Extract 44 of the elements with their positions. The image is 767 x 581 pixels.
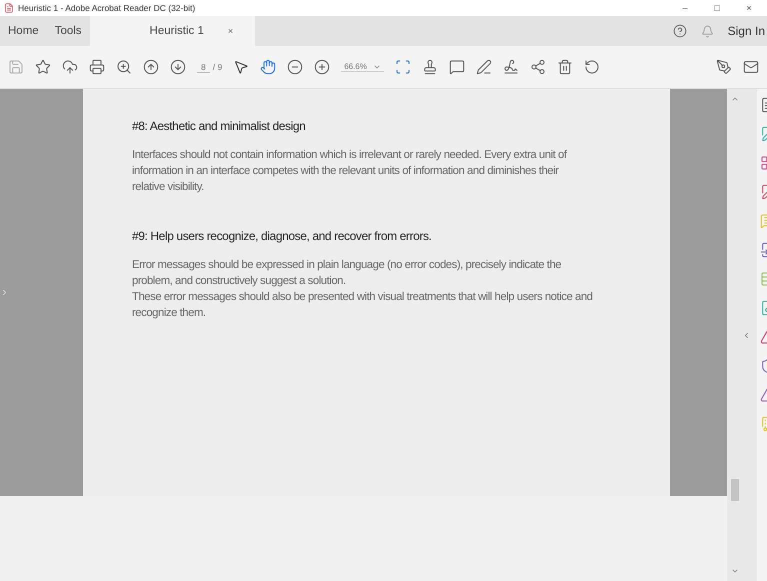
- print-icon[interactable]: [89, 59, 105, 75]
- tab[interactable]: Home: [0, 16, 47, 46]
- share-icon[interactable]: [530, 59, 546, 75]
- close-tab-button[interactable]: ×: [228, 26, 234, 36]
- collapse-icon[interactable]: [742, 330, 751, 340]
- tab[interactable]: Tools: [46, 16, 90, 46]
- zoom-in-icon[interactable]: [314, 59, 330, 75]
- page-count: / 9: [212, 62, 222, 72]
- rotate-icon[interactable]: [584, 59, 600, 75]
- window-control[interactable]: ×: [735, 3, 763, 13]
- paragraph: Interfaces should not contain information which is irrelevant or rarely needed. Every extra unit of information in an interface competes with the relevant units of information and diminishes their relative visibility.: [132, 148, 568, 195]
- scrollbar-thumb[interactable]: [730, 479, 738, 501]
- sign-icon[interactable]: [502, 59, 519, 75]
- zoom-icon[interactable]: [116, 59, 132, 75]
- star-icon[interactable]: [35, 59, 51, 75]
- pen-tool-icon[interactable]: [716, 59, 732, 75]
- window-control[interactable]: □: [703, 3, 731, 13]
- window-control[interactable]: –: [671, 3, 699, 13]
- previous-page-icon[interactable]: [143, 59, 159, 75]
- mail-icon[interactable]: [743, 59, 759, 75]
- fit-page-icon[interactable]: [394, 59, 411, 75]
- zoom-out-icon[interactable]: [287, 59, 304, 75]
- paragraph: These error messages should also be presented with visual treatments that will help users notice and recognize them.: [132, 290, 594, 321]
- scroll-down-icon[interactable]: [730, 567, 738, 575]
- stamp-icon[interactable]: [422, 59, 438, 75]
- page-number-field[interactable]: 8: [197, 62, 210, 72]
- sign-in-link[interactable]: Sign In: [728, 24, 765, 38]
- zoom-field[interactable]: 66.6%: [341, 62, 384, 72]
- upload-icon[interactable]: [62, 59, 78, 75]
- tab[interactable]: Heuristic 1 ×: [90, 16, 256, 46]
- help-icon[interactable]: [672, 24, 687, 38]
- scrollbar[interactable]: [727, 89, 742, 581]
- trash-icon[interactable]: [556, 59, 573, 75]
- app-icon[interactable]: [4, 3, 14, 13]
- hand-icon[interactable]: [260, 59, 276, 75]
- pen-icon[interactable]: [476, 59, 492, 75]
- section-heading: #8: Aesthetic and minimalist design: [132, 119, 306, 133]
- next-page-icon[interactable]: [170, 59, 186, 75]
- pointer-icon[interactable]: [233, 59, 250, 75]
- section-heading: #9: Help users recognize, diagnose, and recover from errors.: [132, 229, 432, 243]
- comment-icon[interactable]: [448, 59, 465, 75]
- window-title: Heuristic 1 - Adobe Acrobat Reader DC (32-bit): [18, 3, 196, 13]
- scroll-up-icon[interactable]: [730, 95, 738, 103]
- paragraph: Error messages should be expressed in plain language (no error codes), precisely indicate the problem, and constructively suggest a solution.: [132, 258, 562, 289]
